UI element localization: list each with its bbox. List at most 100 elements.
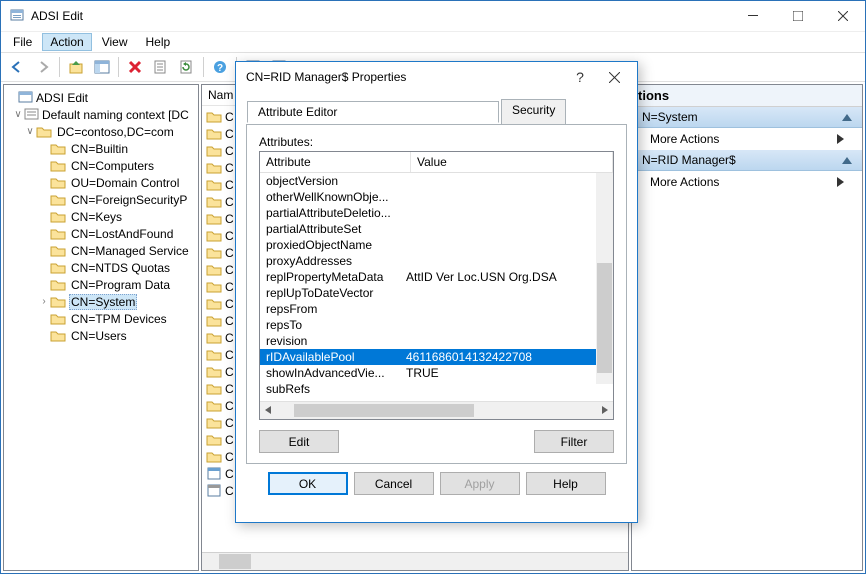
attribute-row[interactable]: rIDAvailablePool4611686014132422708	[260, 349, 613, 365]
tree-root[interactable]: ADSI Edit	[34, 91, 90, 105]
expand-icon[interactable]: ›	[38, 296, 50, 307]
actions-section-system[interactable]: N=System	[632, 107, 862, 128]
attribute-row[interactable]: repsTo	[260, 317, 613, 333]
tab-security[interactable]: Security	[501, 99, 566, 125]
maximize-button[interactable]	[775, 1, 820, 31]
attribute-row[interactable]: proxiedObjectName	[260, 237, 613, 253]
object-icon	[206, 467, 222, 480]
help-button[interactable]: Help	[526, 472, 606, 495]
attr-name: proxyAddresses	[260, 254, 404, 268]
svg-text:?: ?	[217, 63, 223, 74]
help-button[interactable]: ?	[208, 55, 232, 79]
tree-node[interactable]: OU=Domain Control	[6, 174, 196, 191]
list-item-label: C	[225, 212, 234, 226]
list-hscroll[interactable]	[202, 552, 628, 570]
filter-button[interactable]: Filter	[534, 430, 614, 453]
attr-name: repsFrom	[260, 302, 404, 316]
tree-node[interactable]: CN=Program Data	[6, 276, 196, 293]
menu-help[interactable]: Help	[138, 33, 179, 51]
attribute-row[interactable]: subRefs	[260, 381, 613, 397]
attr-hscroll[interactable]	[260, 401, 613, 419]
attribute-row[interactable]: repsFrom	[260, 301, 613, 317]
tree-node-label: CN=Computers	[69, 159, 156, 173]
tree-dc[interactable]: DC=contoso,DC=com	[55, 125, 176, 139]
menu-action[interactable]: Action	[42, 33, 91, 51]
list-item-label: C	[225, 450, 234, 464]
list-item-label: C	[225, 144, 234, 158]
tree-node[interactable]: CN=TPM Devices	[6, 310, 196, 327]
forward-button[interactable]	[31, 55, 55, 79]
expand-icon[interactable]: ∨	[24, 126, 36, 137]
attribute-row[interactable]: replUpToDateVector	[260, 285, 613, 301]
expand-icon[interactable]: ∨	[12, 109, 24, 120]
attribute-row[interactable]: replPropertyMetaDataAttID Ver Loc.USN Or…	[260, 269, 613, 285]
collapse-icon	[842, 114, 852, 121]
ok-button[interactable]: OK	[268, 472, 348, 495]
main-window: ADSI Edit File Action View Help ? ADSI E…	[0, 0, 866, 574]
folder-icon	[206, 144, 222, 157]
tree-node[interactable]: CN=Managed Service	[6, 242, 196, 259]
tree-node[interactable]: ›CN=System	[6, 293, 196, 310]
attribute-row[interactable]: partialAttributeSet	[260, 221, 613, 237]
object-icon	[206, 484, 222, 497]
menu-file[interactable]: File	[5, 33, 40, 51]
column-value[interactable]: Value	[411, 152, 613, 172]
attribute-row[interactable]: otherWellKnownObje...	[260, 189, 613, 205]
attribute-row[interactable]: objectVersion	[260, 173, 613, 189]
tree-pane[interactable]: ADSI Edit ∨ Default naming context [DC ∨ D…	[3, 84, 199, 571]
attr-name: replUpToDateVector	[260, 286, 404, 300]
list-item-label: C	[225, 348, 234, 362]
attr-name: objectVersion	[260, 174, 404, 188]
tab-attribute-editor[interactable]: Attribute Editor	[247, 101, 499, 123]
delete-button[interactable]	[123, 55, 147, 79]
close-button[interactable]	[820, 1, 865, 31]
attribute-row[interactable]: proxyAddresses	[260, 253, 613, 269]
tree-node[interactable]: CN=Keys	[6, 208, 196, 225]
attribute-row[interactable]: revision	[260, 333, 613, 349]
list-item-label: C	[225, 246, 234, 260]
dialog-title: CN=RID Manager$ Properties	[246, 70, 563, 84]
attr-name: otherWellKnownObje...	[260, 190, 404, 204]
folder-icon	[50, 295, 66, 308]
tree-node[interactable]: CN=LostAndFound	[6, 225, 196, 242]
tree-context[interactable]: Default naming context [DC	[40, 108, 191, 122]
list-item-label: C	[225, 433, 234, 447]
folder-icon	[206, 433, 222, 446]
tree-node[interactable]: CN=Computers	[6, 157, 196, 174]
list-item-label: C	[225, 127, 234, 141]
minimize-button[interactable]	[730, 1, 775, 31]
up-button[interactable]	[64, 55, 88, 79]
back-button[interactable]	[5, 55, 29, 79]
attribute-list[interactable]: Attribute Value objectVersion otherWellKn…	[259, 151, 614, 420]
folder-icon	[206, 297, 222, 310]
attribute-row[interactable]: partialAttributeDeletio...	[260, 205, 613, 221]
tree-node-label: CN=Program Data	[69, 278, 172, 292]
properties-button[interactable]	[149, 55, 173, 79]
dialog-help-button[interactable]: ?	[563, 66, 597, 88]
list-item-label: C	[225, 467, 234, 481]
dialog-close-button[interactable]	[597, 66, 631, 88]
tree-node-label: CN=Builtin	[69, 142, 130, 156]
window-title: ADSI Edit	[31, 9, 730, 23]
cancel-button[interactable]: Cancel	[354, 472, 434, 495]
actions-more-2[interactable]: More Actions	[632, 171, 862, 193]
folder-icon	[206, 450, 222, 463]
tree-node[interactable]: CN=Users	[6, 327, 196, 344]
actions-more-1[interactable]: More Actions	[632, 128, 862, 150]
apply-button[interactable]: Apply	[440, 472, 520, 495]
refresh-button[interactable]	[175, 55, 199, 79]
attr-vscroll[interactable]	[596, 173, 613, 384]
folder-icon	[50, 142, 66, 155]
attribute-row[interactable]: showInAdvancedVie...TRUE	[260, 365, 613, 381]
attr-name: partialAttributeSet	[260, 222, 404, 236]
menu-view[interactable]: View	[94, 33, 136, 51]
show-hide-button[interactable]	[90, 55, 114, 79]
actions-pane: tions N=System More Actions N=RID Manage…	[631, 84, 863, 571]
edit-button[interactable]: Edit	[259, 430, 339, 453]
tree-node[interactable]: CN=ForeignSecurityP	[6, 191, 196, 208]
list-item-label: C	[225, 161, 234, 175]
actions-section-rid[interactable]: N=RID Manager$	[632, 150, 862, 171]
tree-node[interactable]: CN=Builtin	[6, 140, 196, 157]
column-attribute[interactable]: Attribute	[260, 152, 411, 172]
tree-node[interactable]: CN=NTDS Quotas	[6, 259, 196, 276]
